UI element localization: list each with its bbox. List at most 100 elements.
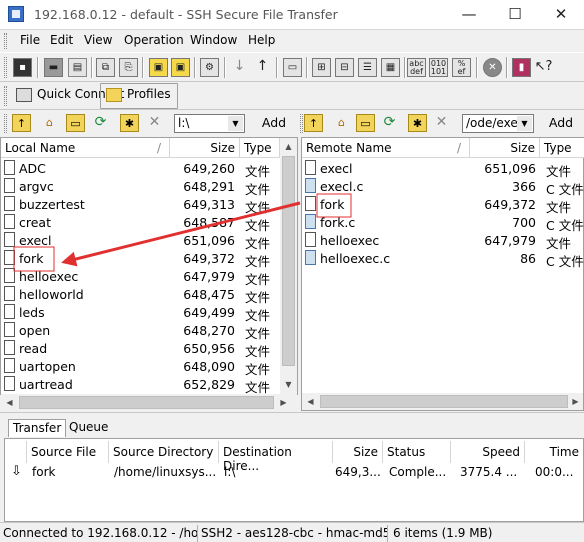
settings-icon[interactable]: ⚙ [200,58,219,77]
local-header-size[interactable]: Size [170,138,240,158]
local-folder-icon[interactable]: ▭ [66,114,85,132]
local-up-folder-icon[interactable]: ↑ [12,114,31,132]
auto-mode-icon[interactable]: % ef [452,58,471,77]
local-file-row[interactable]: helloexec 647,979 文件 [1,267,280,287]
local-home-icon[interactable]: ⌂ [40,114,59,132]
remote-new-folder-icon[interactable]: ✱ [408,114,427,132]
header-source-file[interactable]: Source File [27,441,109,463]
menu-file[interactable]: File [20,33,40,47]
maximize-button[interactable]: ☐ [492,0,538,30]
header-destination-directory[interactable]: Destination Dire... [219,441,333,473]
menu-help[interactable]: Help [248,33,275,47]
new-file-transfer-icon[interactable]: ▣ [171,58,190,77]
local-file-row[interactable]: execl 651,096 文件 [1,231,280,251]
remote-header-size[interactable]: Size [470,138,540,158]
scroll-down-icon[interactable]: ▼ [280,376,297,393]
scroll-right-icon[interactable]: ▶ [568,393,583,410]
menu-operation[interactable]: Operation [124,33,184,47]
binary-mode-icon[interactable]: 010 101 [429,58,448,77]
transfer-row[interactable]: ⇩ fork /home/linuxsys... l:\ 649,3... Co… [5,463,583,483]
local-refresh-icon[interactable]: ⟳ [91,114,110,132]
download-icon[interactable]: ↓ [230,58,249,77]
new-terminal-icon[interactable]: ▣ [149,58,168,77]
local-path-combo[interactable]: l:\ ▼ [174,114,245,133]
remote-file-row[interactable]: execl 651,096 文件 [302,159,584,179]
local-hscroll-thumb[interactable] [19,396,274,409]
terminal-icon[interactable]: ▬ [44,58,63,77]
details-view-icon[interactable]: ▦ [381,58,400,77]
stop-icon[interactable]: ✕ [483,58,502,77]
local-file-row[interactable]: creat 648,587 文件 [1,213,280,233]
header-time[interactable]: Time [525,441,583,463]
ascii-mode-icon[interactable]: abc def [407,58,426,77]
local-header-type[interactable]: Type [240,138,280,158]
remote-file-row[interactable]: execl.c 366 C 文件 [302,177,584,197]
remote-file-list[interactable]: Remote Name / Size Type execl 651,096 文件 exe… [301,137,584,411]
pane-splitter[interactable] [0,412,584,418]
minimize-button[interactable]: — [446,0,492,30]
local-file-row[interactable]: open 648,270 文件 [1,321,280,341]
menu-view[interactable]: View [84,33,112,47]
local-horizontal-scrollbar[interactable]: ◀ ▶ [1,394,297,411]
scroll-right-icon[interactable]: ▶ [275,394,292,411]
chevron-down-icon[interactable]: ▼ [517,116,532,131]
save-icon[interactable]: ▪ [13,58,32,77]
local-file-row[interactable]: uartopen 648,090 文件 [1,357,280,377]
paste-icon[interactable]: ⎘ [119,58,138,77]
folder-gray-icon[interactable]: ▤ [68,58,87,77]
remote-file-row[interactable]: fork 649,372 文件 [302,195,584,215]
close-button[interactable]: ✕ [538,0,584,30]
local-file-row[interactable]: uartread 652,829 文件 [1,375,280,395]
local-delete-icon[interactable]: ✕ [145,114,164,132]
large-icons-icon[interactable]: ⊞ [312,58,331,77]
local-file-row[interactable]: read 650,956 文件 [1,339,280,359]
local-add-button[interactable]: Add [255,113,293,134]
scroll-left-icon[interactable]: ◀ [302,393,319,410]
remote-header-name[interactable]: Remote Name / [302,138,470,158]
view-window-icon[interactable]: ▭ [283,58,302,77]
remote-add-button[interactable]: Add [543,113,579,134]
context-help-icon[interactable]: ↖? [534,58,553,77]
local-file-row[interactable]: leds 649,499 文件 [1,303,280,323]
local-file-row[interactable]: ADC 649,260 文件 [1,159,280,179]
upload-icon[interactable]: ↑ [253,58,272,77]
local-file-row[interactable]: buzzertest 649,313 文件 [1,195,280,215]
tab-queue[interactable]: Queue [65,419,112,437]
local-file-row[interactable]: fork 649,372 文件 [1,249,280,269]
help-book-icon[interactable]: ▮ [512,58,531,77]
local-file-row[interactable]: argvc 648,291 文件 [1,177,280,197]
menu-window[interactable]: Window [190,33,237,47]
remote-path-combo[interactable]: /ode/exe ▼ [462,114,534,133]
remote-delete-icon[interactable]: ✕ [432,114,451,132]
remote-file-row[interactable]: helloexec 647,979 文件 [302,231,584,251]
remote-up-folder-icon[interactable]: ↑ [304,114,323,132]
profiles-button[interactable]: Profiles [100,83,178,109]
local-file-list[interactable]: Local Name / Size Type ADC 649,260 文件 argvc 6… [0,137,298,395]
local-new-folder-icon[interactable]: ✱ [120,114,139,132]
remote-file-row[interactable]: helloexec.c 86 C 文件 [302,249,584,269]
menu-edit[interactable]: Edit [50,33,73,47]
header-speed[interactable]: Speed [451,441,525,463]
remote-hscroll-thumb[interactable] [320,395,568,408]
tab-transfer[interactable]: Transfer [8,419,67,437]
local-file-row[interactable]: helloworld 648,475 文件 [1,285,280,305]
local-header-name[interactable]: Local Name / [1,138,170,158]
file-icon [4,340,15,355]
remote-horizontal-scrollbar[interactable]: ◀ ▶ [302,393,583,410]
scroll-left-icon[interactable]: ◀ [1,394,18,411]
remote-header-type[interactable]: Type [540,138,584,158]
chevron-down-icon[interactable]: ▼ [228,116,243,131]
header-source-directory[interactable]: Source Directory [109,441,219,463]
header-status[interactable]: Status [383,441,451,463]
remote-folder-icon[interactable]: ▭ [356,114,375,132]
copy-icon[interactable]: ⧉ [96,58,115,77]
remote-refresh-icon[interactable]: ⟳ [380,114,399,132]
local-scroll-thumb[interactable] [282,156,295,366]
small-icons-icon[interactable]: ⊟ [335,58,354,77]
header-size[interactable]: Size [333,441,383,463]
list-view-icon[interactable]: ☰ [358,58,377,77]
remote-file-row[interactable]: fork.c 700 C 文件 [302,213,584,233]
remote-home-icon[interactable]: ⌂ [332,114,351,132]
scroll-up-icon[interactable]: ▲ [280,138,297,155]
local-vertical-scrollbar[interactable]: ▲ ▼ [280,138,297,394]
